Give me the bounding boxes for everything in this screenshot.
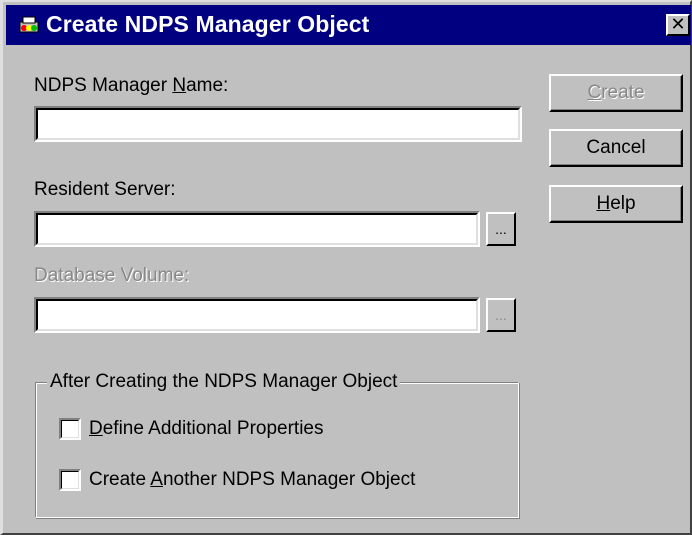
resident-server-browse-button[interactable]: ... [486, 212, 516, 246]
title-bar[interactable]: Create NDPS Manager Object ✕ [6, 5, 691, 45]
database-volume-input[interactable] [34, 297, 480, 333]
manager-name-input[interactable] [34, 106, 522, 142]
cancel-button[interactable]: Cancel [549, 129, 683, 167]
window-title: Create NDPS Manager Object [46, 11, 370, 37]
after-creating-groupbox [35, 382, 519, 518]
manager-name-label: NDPS Manager Name: [34, 75, 229, 96]
database-volume-browse-button[interactable]: ... [486, 298, 516, 332]
resident-server-input[interactable] [34, 211, 480, 247]
resident-server-label: Resident Server: [34, 179, 176, 200]
create-another-option[interactable]: Create Another NDPS Manager Object [59, 467, 415, 493]
close-icon: ✕ [670, 14, 686, 34]
database-volume-label: Database Volume: [34, 265, 190, 286]
create-ndps-manager-dialog: Create NDPS Manager Object ✕ NDPS Manage… [0, 0, 692, 535]
create-another-checkbox[interactable] [59, 469, 81, 491]
create-button[interactable]: Create [549, 74, 683, 112]
after-creating-group-legend: After Creating the NDPS Manager Object [47, 371, 401, 393]
create-another-label[interactable]: Create Another NDPS Manager Object [89, 469, 415, 491]
define-properties-checkbox[interactable] [59, 418, 81, 440]
define-properties-option[interactable]: Define Additional Properties [59, 416, 324, 442]
help-button[interactable]: Help [549, 185, 683, 223]
ndps-printer-icon [19, 16, 39, 33]
close-button[interactable]: ✕ [666, 14, 690, 36]
define-properties-label[interactable]: Define Additional Properties [89, 418, 324, 440]
